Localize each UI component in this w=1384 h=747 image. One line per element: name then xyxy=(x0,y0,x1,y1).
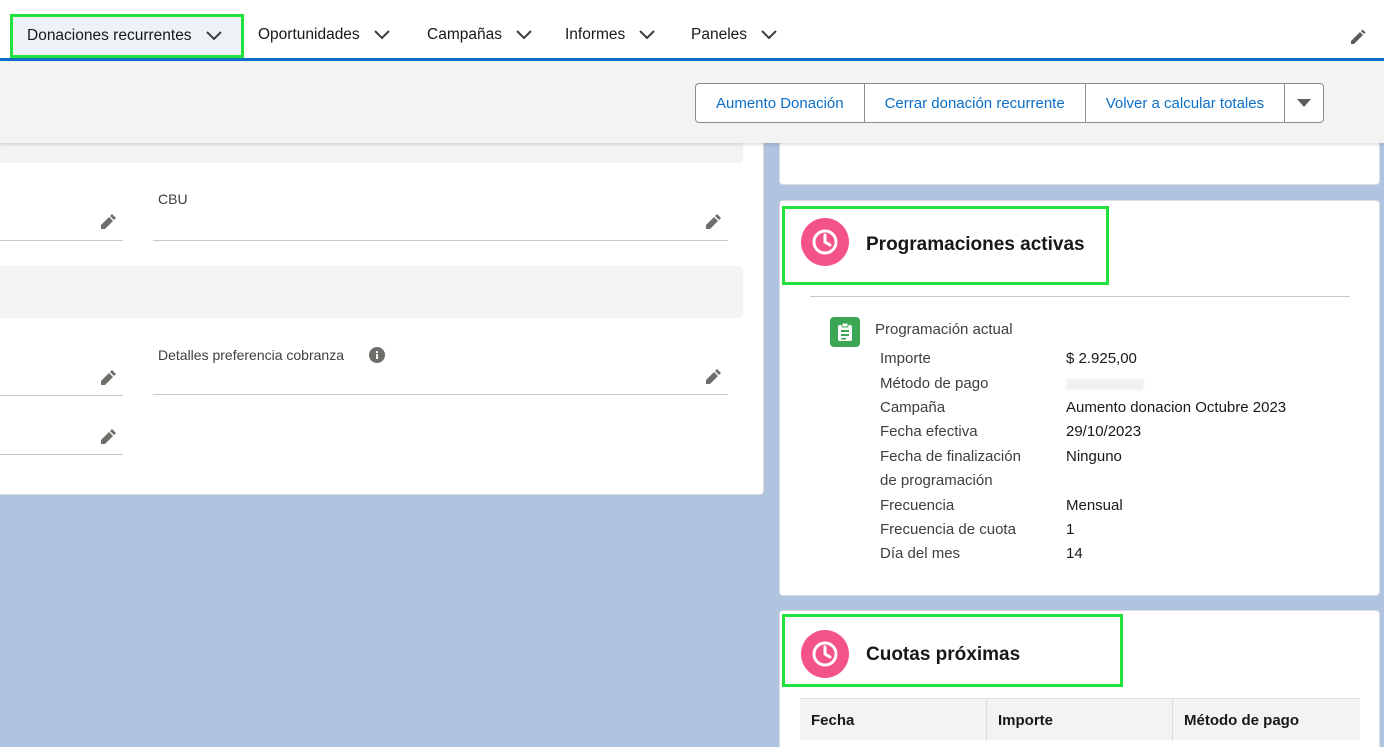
nav-tab-label: Paneles xyxy=(691,26,748,43)
upcoming-clock-icon xyxy=(801,630,849,678)
edit-pencil-icon[interactable] xyxy=(100,213,117,230)
schedule-clock-icon xyxy=(801,218,849,266)
frecuencia-label: Frecuencia xyxy=(880,497,955,514)
importe-value: $ 2.925,00 xyxy=(1066,350,1137,367)
recalcular-totales-button[interactable]: Volver a calcular totales xyxy=(1084,83,1285,123)
caret-down-icon xyxy=(1297,99,1312,107)
record-action-bar: Aumento Donación Cerrar donación recurre… xyxy=(0,61,1384,143)
nav-tab-label: Donaciones recurrentes xyxy=(27,27,192,44)
edit-pencil-icon[interactable] xyxy=(705,213,722,230)
aumento-donacion-button[interactable]: Aumento Donación xyxy=(695,83,864,123)
info-icon[interactable] xyxy=(369,347,385,363)
fecha-finalizacion-value: Ninguno xyxy=(1066,448,1122,465)
upcoming-title[interactable]: Cuotas próximas xyxy=(866,644,1020,666)
detail-card: CBU Detalles preferencia cobranza xyxy=(0,143,764,495)
chevron-down-icon[interactable] xyxy=(639,30,656,40)
nav-tab-paneles[interactable]: Paneles xyxy=(691,14,777,56)
fecha-efectiva-value: 29/10/2023 xyxy=(1066,423,1142,440)
nav-tab-label: Informes xyxy=(565,26,626,43)
frecuencia-value: Mensual xyxy=(1066,497,1123,514)
nav-tab-campanas[interactable]: Campañas xyxy=(427,14,532,56)
nav-tab-label: Campañas xyxy=(427,26,502,43)
fecha-finalizacion-label-line2: de programación xyxy=(880,472,993,489)
frecuencia-cuota-value: 1 xyxy=(1066,521,1075,538)
field-underline xyxy=(0,240,123,241)
edit-pencil-icon[interactable] xyxy=(100,428,117,445)
campana-value[interactable]: Aumento donacion Octubre 2023 xyxy=(1066,399,1286,416)
nav-tab-donaciones-recurrentes[interactable]: Donaciones recurrentes xyxy=(10,14,244,58)
action-button-group: Aumento Donación Cerrar donación recurre… xyxy=(695,83,1325,123)
card-divider xyxy=(810,296,1350,297)
nav-tab-informes[interactable]: Informes xyxy=(565,14,656,56)
fecha-finalizacion-label: Fecha de finalización xyxy=(880,448,1021,465)
chevron-down-icon[interactable] xyxy=(205,31,222,41)
section-header xyxy=(0,143,743,163)
upcoming-table-header: Fecha Importe Método de pago xyxy=(800,698,1360,741)
column-header-importe[interactable]: Importe xyxy=(987,699,1173,741)
more-actions-button[interactable] xyxy=(1284,83,1325,123)
frecuencia-cuota-label: Frecuencia de cuota xyxy=(880,521,1016,538)
column-header-fecha[interactable]: Fecha xyxy=(800,699,987,741)
nav-tab-oportunidades[interactable]: Oportunidades xyxy=(258,14,390,56)
top-navigation-bar: Donaciones recurrentes Oportunidades Cam… xyxy=(0,0,1384,61)
dia-mes-label: Día del mes xyxy=(880,545,961,562)
fecha-efectiva-label: Fecha efectiva xyxy=(880,423,978,440)
field-underline xyxy=(153,240,728,241)
chevron-down-icon[interactable] xyxy=(516,30,532,40)
field-underline xyxy=(0,395,123,396)
metodo-pago-label: Método de pago xyxy=(880,375,989,392)
column-header-metodo-pago[interactable]: Método de pago xyxy=(1173,699,1360,741)
current-schedule-heading[interactable]: Programación actual xyxy=(875,321,1013,338)
preferencia-cobranza-label: Detalles preferencia cobranza xyxy=(158,347,344,363)
chevron-down-icon[interactable] xyxy=(761,30,777,40)
nav-tab-label: Oportunidades xyxy=(258,26,360,43)
active-schedules-title[interactable]: Programaciones activas xyxy=(866,234,1085,256)
importe-label: Importe xyxy=(880,350,931,367)
cerrar-donacion-button[interactable]: Cerrar donación recurrente xyxy=(863,83,1085,123)
cbu-label: CBU xyxy=(158,191,188,207)
edit-pencil-icon[interactable] xyxy=(100,369,117,386)
section-header xyxy=(0,266,743,318)
field-underline xyxy=(0,454,123,455)
chevron-down-icon[interactable] xyxy=(373,30,390,40)
edit-pencil-icon[interactable] xyxy=(705,368,722,385)
field-underline xyxy=(153,394,728,395)
campana-label: Campaña xyxy=(880,399,946,416)
current-schedule-icon xyxy=(830,317,860,347)
metodo-pago-value-redacted xyxy=(1066,379,1144,390)
edit-nav-pencil-icon[interactable] xyxy=(1349,28,1367,46)
dia-mes-value: 14 xyxy=(1066,545,1083,562)
